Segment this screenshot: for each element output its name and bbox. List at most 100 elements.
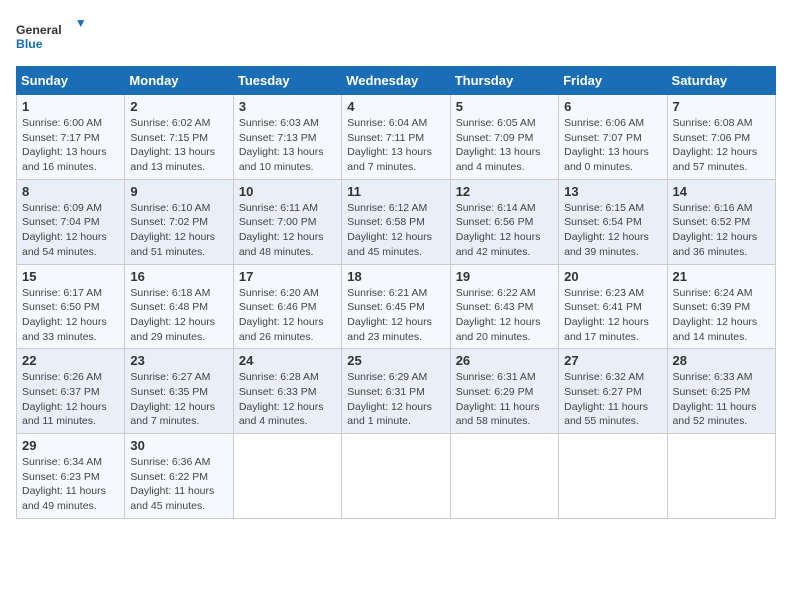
daylight-text: Daylight: 11 hours and 45 minutes. xyxy=(130,484,227,513)
day-number: 29 xyxy=(22,438,119,453)
day-info: Sunrise: 6:03 AM Sunset: 7:13 PM Dayligh… xyxy=(239,116,336,175)
sunrise-text: Sunrise: 6:20 AM xyxy=(239,286,336,301)
sunset-text: Sunset: 6:58 PM xyxy=(347,215,444,230)
daylight-text: Daylight: 12 hours and 45 minutes. xyxy=(347,230,444,259)
header-wednesday: Wednesday xyxy=(342,67,450,95)
day-cell-29: 29 Sunrise: 6:34 AM Sunset: 6:23 PM Dayl… xyxy=(17,434,125,519)
sunrise-text: Sunrise: 6:29 AM xyxy=(347,370,444,385)
day-info: Sunrise: 6:27 AM Sunset: 6:35 PM Dayligh… xyxy=(130,370,227,429)
week-row-3: 15 Sunrise: 6:17 AM Sunset: 6:50 PM Dayl… xyxy=(17,264,776,349)
day-cell-23: 23 Sunrise: 6:27 AM Sunset: 6:35 PM Dayl… xyxy=(125,349,233,434)
day-info: Sunrise: 6:24 AM Sunset: 6:39 PM Dayligh… xyxy=(673,286,770,345)
sunrise-text: Sunrise: 6:18 AM xyxy=(130,286,227,301)
day-info: Sunrise: 6:09 AM Sunset: 7:04 PM Dayligh… xyxy=(22,201,119,260)
daylight-text: Daylight: 12 hours and 36 minutes. xyxy=(673,230,770,259)
daylight-text: Daylight: 11 hours and 55 minutes. xyxy=(564,400,661,429)
sunrise-text: Sunrise: 6:06 AM xyxy=(564,116,661,131)
sunrise-text: Sunrise: 6:36 AM xyxy=(130,455,227,470)
daylight-text: Daylight: 12 hours and 51 minutes. xyxy=(130,230,227,259)
day-info: Sunrise: 6:23 AM Sunset: 6:41 PM Dayligh… xyxy=(564,286,661,345)
sunrise-text: Sunrise: 6:31 AM xyxy=(456,370,553,385)
daylight-text: Daylight: 13 hours and 4 minutes. xyxy=(456,145,553,174)
header-thursday: Thursday xyxy=(450,67,558,95)
sunrise-text: Sunrise: 6:08 AM xyxy=(673,116,770,131)
daylight-text: Daylight: 12 hours and 14 minutes. xyxy=(673,315,770,344)
sunrise-text: Sunrise: 6:10 AM xyxy=(130,201,227,216)
sunset-text: Sunset: 6:41 PM xyxy=(564,300,661,315)
daylight-text: Daylight: 13 hours and 16 minutes. xyxy=(22,145,119,174)
sunrise-text: Sunrise: 6:27 AM xyxy=(130,370,227,385)
day-number: 21 xyxy=(673,269,770,284)
day-cell-12: 12 Sunrise: 6:14 AM Sunset: 6:56 PM Dayl… xyxy=(450,179,558,264)
day-info: Sunrise: 6:18 AM Sunset: 6:48 PM Dayligh… xyxy=(130,286,227,345)
day-number: 26 xyxy=(456,353,553,368)
sunrise-text: Sunrise: 6:05 AM xyxy=(456,116,553,131)
daylight-text: Daylight: 12 hours and 54 minutes. xyxy=(22,230,119,259)
day-info: Sunrise: 6:22 AM Sunset: 6:43 PM Dayligh… xyxy=(456,286,553,345)
sunset-text: Sunset: 7:17 PM xyxy=(22,131,119,146)
svg-text:Blue: Blue xyxy=(16,37,43,51)
day-cell-6: 6 Sunrise: 6:06 AM Sunset: 7:07 PM Dayli… xyxy=(559,95,667,180)
day-info: Sunrise: 6:31 AM Sunset: 6:29 PM Dayligh… xyxy=(456,370,553,429)
sunset-text: Sunset: 6:33 PM xyxy=(239,385,336,400)
sunset-text: Sunset: 7:13 PM xyxy=(239,131,336,146)
daylight-text: Daylight: 13 hours and 13 minutes. xyxy=(130,145,227,174)
calendar-table: SundayMondayTuesdayWednesdayThursdayFrid… xyxy=(16,66,776,519)
sunrise-text: Sunrise: 6:32 AM xyxy=(564,370,661,385)
empty-cell xyxy=(342,434,450,519)
day-info: Sunrise: 6:26 AM Sunset: 6:37 PM Dayligh… xyxy=(22,370,119,429)
day-number: 19 xyxy=(456,269,553,284)
daylight-text: Daylight: 12 hours and 20 minutes. xyxy=(456,315,553,344)
day-cell-25: 25 Sunrise: 6:29 AM Sunset: 6:31 PM Dayl… xyxy=(342,349,450,434)
sunrise-text: Sunrise: 6:02 AM xyxy=(130,116,227,131)
day-number: 30 xyxy=(130,438,227,453)
logo: General Blue xyxy=(16,16,86,54)
day-cell-7: 7 Sunrise: 6:08 AM Sunset: 7:06 PM Dayli… xyxy=(667,95,775,180)
sunrise-text: Sunrise: 6:15 AM xyxy=(564,201,661,216)
day-cell-14: 14 Sunrise: 6:16 AM Sunset: 6:52 PM Dayl… xyxy=(667,179,775,264)
day-number: 4 xyxy=(347,99,444,114)
sunrise-text: Sunrise: 6:17 AM xyxy=(22,286,119,301)
sunset-text: Sunset: 6:22 PM xyxy=(130,470,227,485)
sunset-text: Sunset: 7:02 PM xyxy=(130,215,227,230)
day-info: Sunrise: 6:17 AM Sunset: 6:50 PM Dayligh… xyxy=(22,286,119,345)
day-number: 22 xyxy=(22,353,119,368)
daylight-text: Daylight: 12 hours and 4 minutes. xyxy=(239,400,336,429)
sunset-text: Sunset: 6:29 PM xyxy=(456,385,553,400)
sunset-text: Sunset: 6:31 PM xyxy=(347,385,444,400)
day-number: 15 xyxy=(22,269,119,284)
day-info: Sunrise: 6:21 AM Sunset: 6:45 PM Dayligh… xyxy=(347,286,444,345)
sunrise-text: Sunrise: 6:04 AM xyxy=(347,116,444,131)
sunset-text: Sunset: 6:37 PM xyxy=(22,385,119,400)
header-sunday: Sunday xyxy=(17,67,125,95)
daylight-text: Daylight: 12 hours and 33 minutes. xyxy=(22,315,119,344)
day-cell-4: 4 Sunrise: 6:04 AM Sunset: 7:11 PM Dayli… xyxy=(342,95,450,180)
daylight-text: Daylight: 11 hours and 52 minutes. xyxy=(673,400,770,429)
day-cell-24: 24 Sunrise: 6:28 AM Sunset: 6:33 PM Dayl… xyxy=(233,349,341,434)
day-cell-18: 18 Sunrise: 6:21 AM Sunset: 6:45 PM Dayl… xyxy=(342,264,450,349)
header-monday: Monday xyxy=(125,67,233,95)
day-info: Sunrise: 6:29 AM Sunset: 6:31 PM Dayligh… xyxy=(347,370,444,429)
day-number: 10 xyxy=(239,184,336,199)
day-number: 18 xyxy=(347,269,444,284)
header-friday: Friday xyxy=(559,67,667,95)
day-number: 8 xyxy=(22,184,119,199)
day-cell-11: 11 Sunrise: 6:12 AM Sunset: 6:58 PM Dayl… xyxy=(342,179,450,264)
sunrise-text: Sunrise: 6:14 AM xyxy=(456,201,553,216)
sunrise-text: Sunrise: 6:33 AM xyxy=(673,370,770,385)
day-info: Sunrise: 6:10 AM Sunset: 7:02 PM Dayligh… xyxy=(130,201,227,260)
empty-cell xyxy=(559,434,667,519)
day-info: Sunrise: 6:16 AM Sunset: 6:52 PM Dayligh… xyxy=(673,201,770,260)
day-cell-20: 20 Sunrise: 6:23 AM Sunset: 6:41 PM Dayl… xyxy=(559,264,667,349)
sunrise-text: Sunrise: 6:21 AM xyxy=(347,286,444,301)
week-row-5: 29 Sunrise: 6:34 AM Sunset: 6:23 PM Dayl… xyxy=(17,434,776,519)
header-saturday: Saturday xyxy=(667,67,775,95)
sunrise-text: Sunrise: 6:24 AM xyxy=(673,286,770,301)
day-info: Sunrise: 6:08 AM Sunset: 7:06 PM Dayligh… xyxy=(673,116,770,175)
day-number: 11 xyxy=(347,184,444,199)
day-info: Sunrise: 6:33 AM Sunset: 6:25 PM Dayligh… xyxy=(673,370,770,429)
sunrise-text: Sunrise: 6:12 AM xyxy=(347,201,444,216)
sunset-text: Sunset: 6:27 PM xyxy=(564,385,661,400)
day-number: 6 xyxy=(564,99,661,114)
empty-cell xyxy=(233,434,341,519)
